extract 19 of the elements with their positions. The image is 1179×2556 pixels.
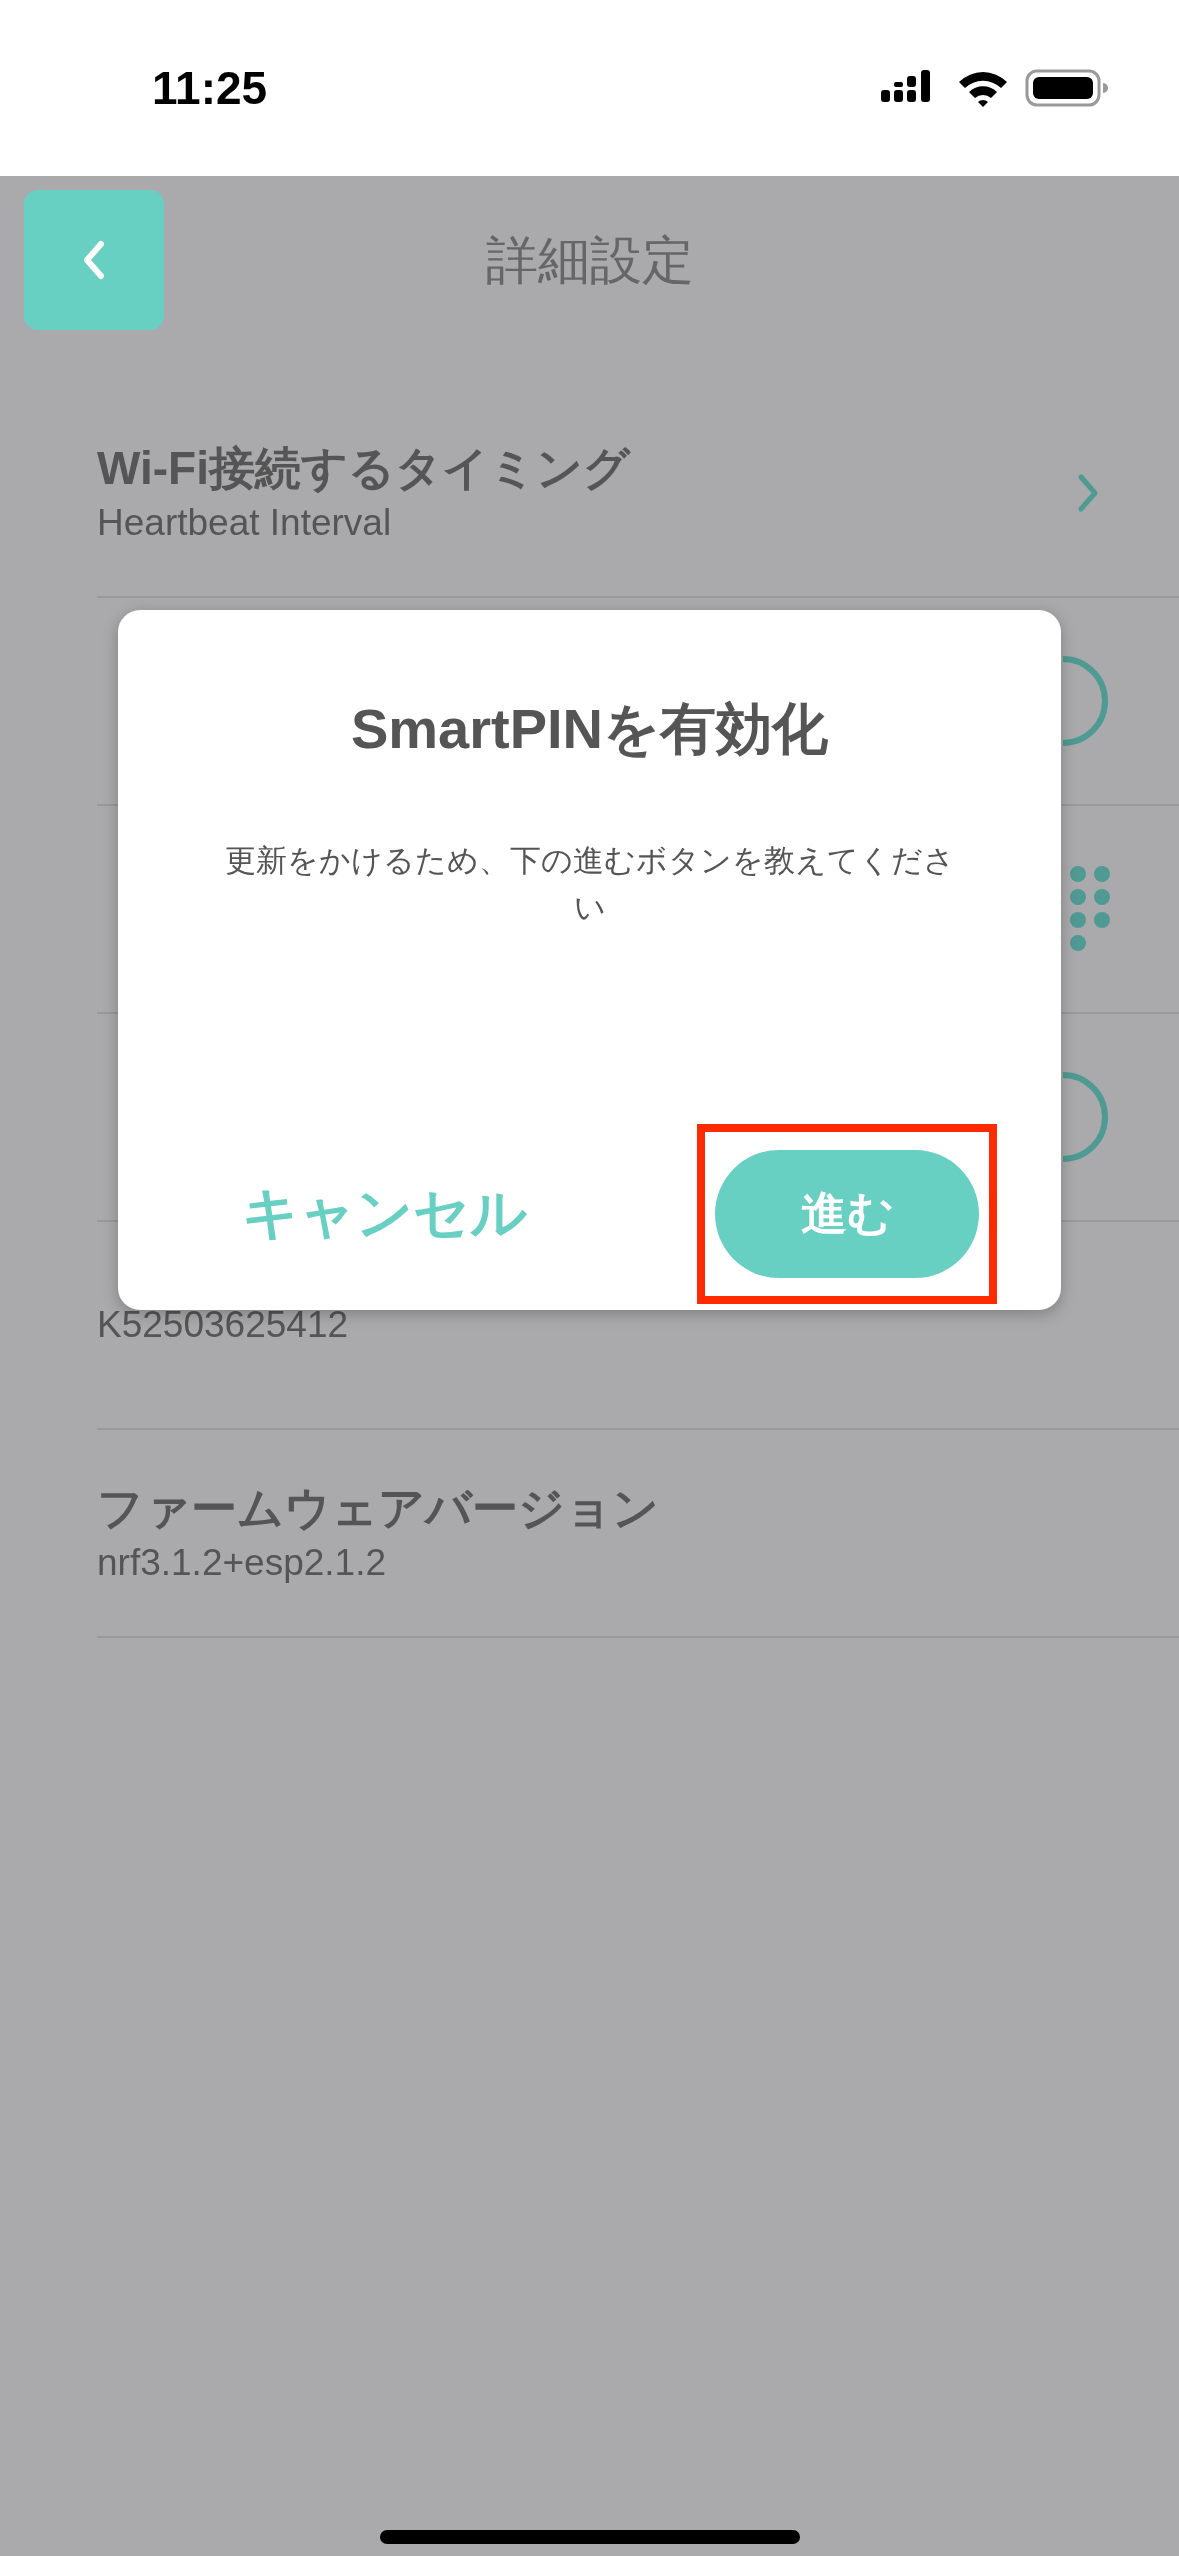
row-title: Wi-Fi接続するタイミング (97, 441, 630, 497)
dots-icon (1070, 866, 1110, 952)
row-subtitle: Heartbeat Interval (97, 500, 393, 545)
settings-row[interactable]: ファームウェアバージョン nrf3.1.2+esp2.1.2 (97, 1430, 1179, 1638)
arc-icon (1060, 656, 1110, 746)
settings-row[interactable]: Wi-Fi接続するタイミング Heartbeat Interval (97, 366, 1179, 598)
arc-icon (1060, 1072, 1110, 1162)
page-title: 詳細設定 (485, 230, 694, 291)
row-title: ファームウェアバージョン (97, 1481, 659, 1537)
chevron-right-icon (1076, 473, 1100, 513)
status-time: 11:25 (152, 61, 268, 115)
dialog-title: SmartPINを有効化 (350, 696, 829, 762)
dialog-message: 更新をかけるため、下の進むボタンを教えてください (223, 842, 956, 927)
proceed-button[interactable]: 進む (715, 1150, 979, 1278)
back-button[interactable] (24, 190, 164, 330)
row-subtitle: nrf3.1.2+esp2.1.2 (97, 1540, 388, 1585)
battery-icon (1025, 68, 1109, 108)
row-subtitle: K52503625412 (97, 1302, 349, 1347)
chevron-left-icon (82, 240, 106, 280)
